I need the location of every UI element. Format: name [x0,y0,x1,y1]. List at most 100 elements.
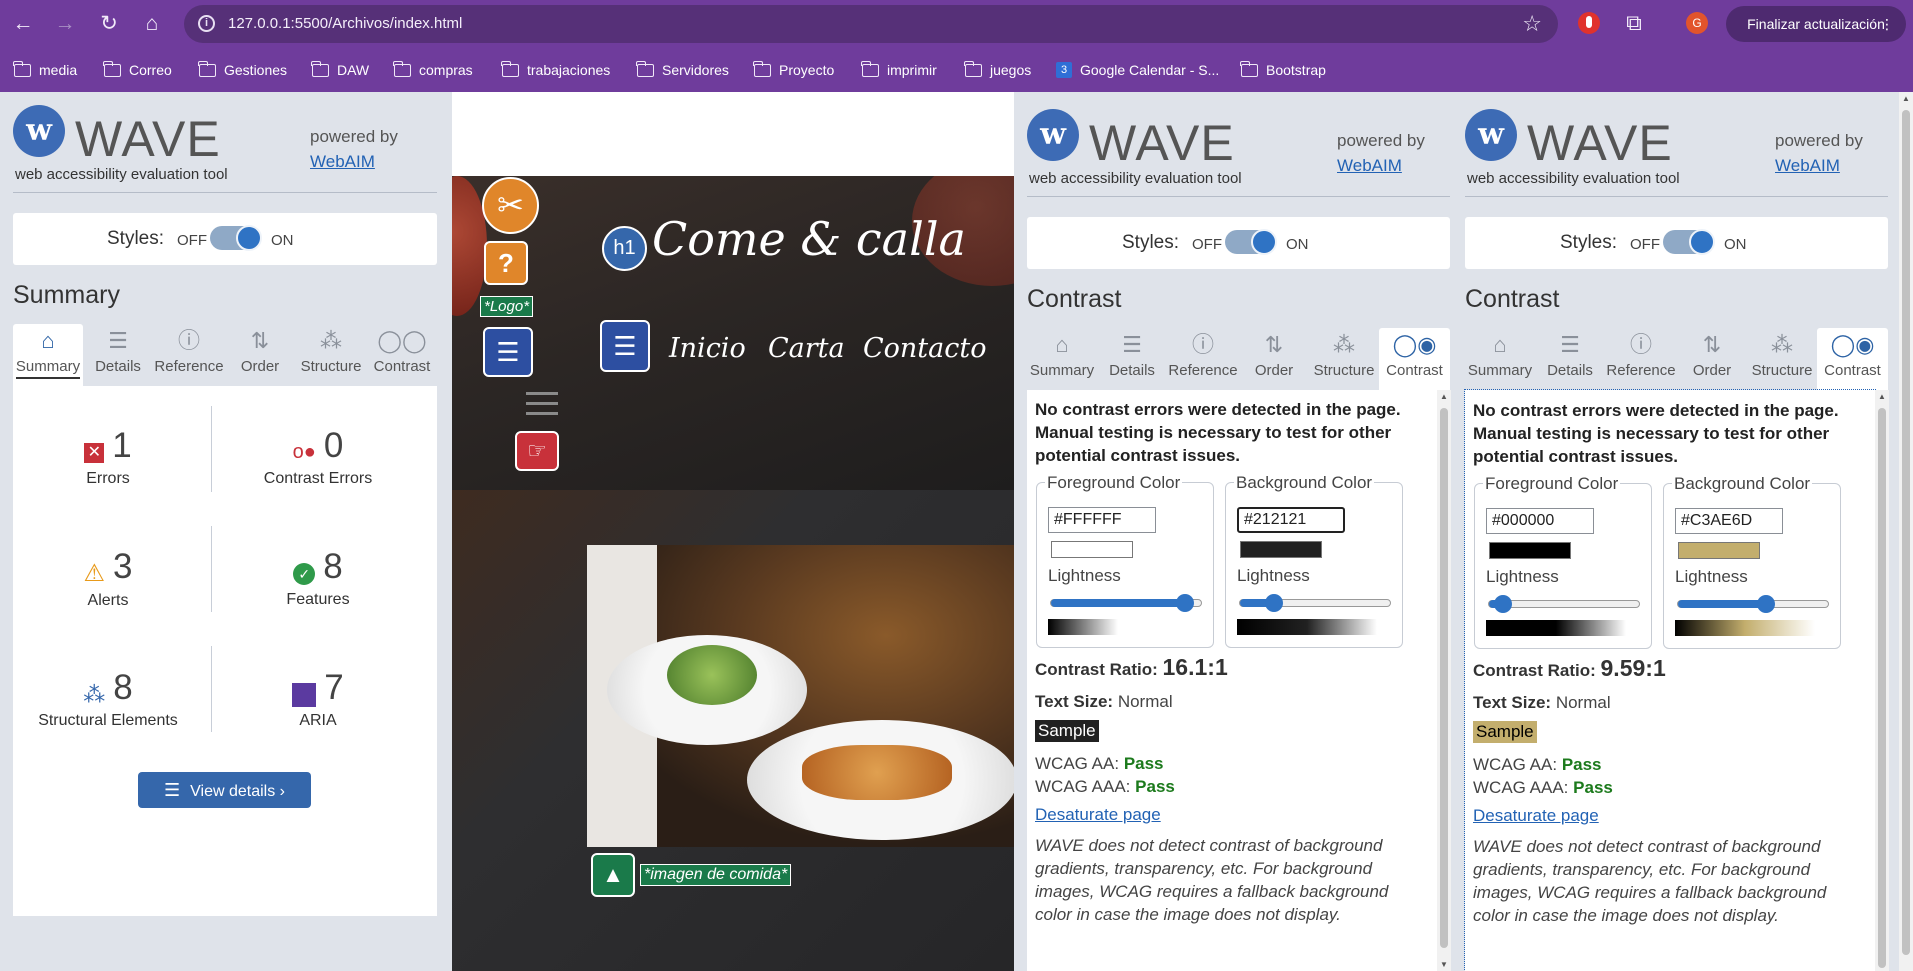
bookmark-bootstrap[interactable]: Bootstrap [1240,60,1326,80]
bookmark-correo[interactable]: Correo [103,60,172,80]
bookmark-juegos[interactable]: juegos [964,60,1031,80]
foreground-color-input[interactable] [1048,507,1156,533]
tab-order[interactable]: ⇅ Order [1239,328,1309,390]
feature-alt-icon[interactable]: ✂ [482,177,539,234]
webaim-link[interactable]: WebAIM [1337,156,1402,176]
bookmark-media[interactable]: media [13,60,77,80]
slider-thumb[interactable] [1265,594,1283,612]
scroll-down-icon[interactable]: ▼ [1439,960,1449,969]
forward-button[interactable]: → [50,9,80,39]
extensions-puzzle-icon[interactable]: ⧉ [1620,9,1648,37]
window-scrollbar[interactable]: ▲ [1899,92,1913,971]
css-structure-icon[interactable]: ☰ [483,327,533,377]
foreground-color-input[interactable] [1486,508,1594,534]
styles-toggle[interactable] [1225,229,1277,255]
scrollbar-thumb[interactable] [1440,408,1448,948]
background-lightness-slider[interactable] [1677,595,1829,613]
tab-details[interactable]: ☰ Details [1097,328,1167,390]
styles-toggle[interactable] [1663,229,1715,255]
error-icon[interactable]: ☞ [515,431,559,471]
bookmark-imprimir[interactable]: imprimir [861,60,937,80]
styles-toggle[interactable] [210,225,262,251]
back-button[interactable]: ← [8,9,38,39]
menu-dots-icon: ⋮ [1880,16,1894,32]
tab-order[interactable]: ⇅ Order [225,324,295,386]
tab-summary[interactable]: ⌂ Summary [13,324,83,386]
extension-icon[interactable] [1578,12,1600,34]
stat-structural-elements[interactable]: ⁂ 8 Structural Elements [13,668,203,730]
tab-summary[interactable]: ⌂ Summary [1465,328,1535,390]
scroll-up-icon[interactable]: ▲ [1439,392,1449,401]
bookmark-google-calendar[interactable]: 3 Google Calendar - S... [1056,60,1219,80]
bookmark-servidores[interactable]: Servidores [636,60,729,80]
tab-contrast[interactable]: ◯◉ Contrast [1817,328,1888,390]
background-color-input[interactable] [1675,508,1783,534]
foreground-lightness-slider[interactable] [1050,594,1202,612]
toggle-on-label: ON [1286,236,1309,253]
site-brand[interactable]: Come & calla [652,212,966,266]
bookmark-trabajaciones[interactable]: trabajaciones [501,60,610,80]
webaim-link[interactable]: WebAIM [1775,156,1840,176]
tab-structure[interactable]: ⁂ Structure [1747,328,1817,390]
scrollbar-thumb[interactable] [1878,408,1886,968]
tab-contrast[interactable]: ◯◯ Contrast [367,324,437,386]
stat-aria[interactable]: 7 ARIA [223,668,413,730]
profile-avatar[interactable]: G [1686,12,1708,34]
stat-errors[interactable]: ✕ 1 Errors [13,426,203,488]
text-size: Text Size: Normal [1035,692,1173,711]
stat-features[interactable]: ✓ 8 Features [223,547,413,609]
section-title: Contrast [1465,285,1560,313]
tab-reference[interactable]: ⓘ Reference [153,324,225,386]
tab-summary[interactable]: ⌂ Summary [1027,328,1097,390]
webaim-link[interactable]: WebAIM [310,152,375,172]
summary-content: ✕ 1 Errors o● 0 Contrast Errors ⚠ 3 Alerts … [13,386,437,916]
bookmark-gestiones[interactable]: Gestiones [198,60,287,80]
tab-details[interactable]: ☰ Details [83,324,153,386]
tab-order[interactable]: ⇅ Order [1677,328,1747,390]
scrollbar[interactable]: ▲ [1875,390,1889,971]
background-lightness-slider[interactable] [1239,594,1391,612]
desaturate-page-link[interactable]: Desaturate page [1473,806,1599,826]
nav-link-contacto[interactable]: Contacto [863,333,986,364]
foreground-color-group: Foreground Color Lightness [1474,474,1652,649]
hamburger-line [526,402,558,405]
bookmark-compras[interactable]: compras [393,60,473,80]
view-details-button[interactable]: ☰ View details › [138,772,311,808]
tab-structure[interactable]: ⁂ Structure [295,324,367,386]
tab-details[interactable]: ☰ Details [1535,328,1605,390]
lightness-label: Lightness [1237,566,1310,585]
desaturate-page-link[interactable]: Desaturate page [1035,805,1161,825]
home-button[interactable]: ⌂ [137,9,167,39]
tab-reference[interactable]: ⓘ Reference [1167,328,1239,390]
scrollbar-thumb[interactable] [1902,110,1910,955]
slider-thumb[interactable] [1494,595,1512,613]
css-structure-icon[interactable]: ☰ [600,320,650,372]
tab-contrast[interactable]: ◯◉ Contrast [1379,328,1450,390]
scrollbar[interactable]: ▲ ▼ [1437,390,1451,971]
stat-contrast-errors[interactable]: o● 0 Contrast Errors [223,426,413,488]
bookmark-proyecto[interactable]: Proyecto [753,60,834,80]
scroll-up-icon[interactable]: ▲ [1877,392,1887,401]
foreground-lightness-slider[interactable] [1488,595,1640,613]
bookmark-daw[interactable]: DAW [311,60,369,80]
site-info-icon[interactable]: i [198,15,215,32]
contrast-ratio-value: 16.1:1 [1162,654,1228,680]
reload-button[interactable]: ↻ [94,9,124,39]
alert-question-icon[interactable]: ? [484,241,528,285]
nav-link-inicio[interactable]: Inicio [669,333,746,364]
image-alt-icon[interactable]: ▲ [591,853,635,897]
background-color-input[interactable] [1237,507,1345,533]
tab-reference[interactable]: ⓘ Reference [1605,328,1677,390]
url-text[interactable]: 127.0.0.1:5500/Archivos/index.html [228,15,462,32]
tab-structure[interactable]: ⁂ Structure [1309,328,1379,390]
slider-thumb[interactable] [1757,595,1775,613]
h1-badge-icon[interactable]: h1 [602,226,647,271]
stat-alerts[interactable]: ⚠ 3 Alerts [13,547,203,610]
update-button[interactable]: Finalizar actualización ⋮ [1726,6,1906,42]
wave-subtitle: web accessibility evaluation tool [1467,170,1680,187]
address-bar[interactable]: i 127.0.0.1:5500/Archivos/index.html ☆ [184,5,1558,43]
nav-link-carta[interactable]: Carta [768,333,845,364]
bookmark-star-icon[interactable]: ☆ [1522,11,1542,37]
scroll-up-icon[interactable]: ▲ [1901,94,1911,103]
slider-thumb[interactable] [1176,594,1194,612]
